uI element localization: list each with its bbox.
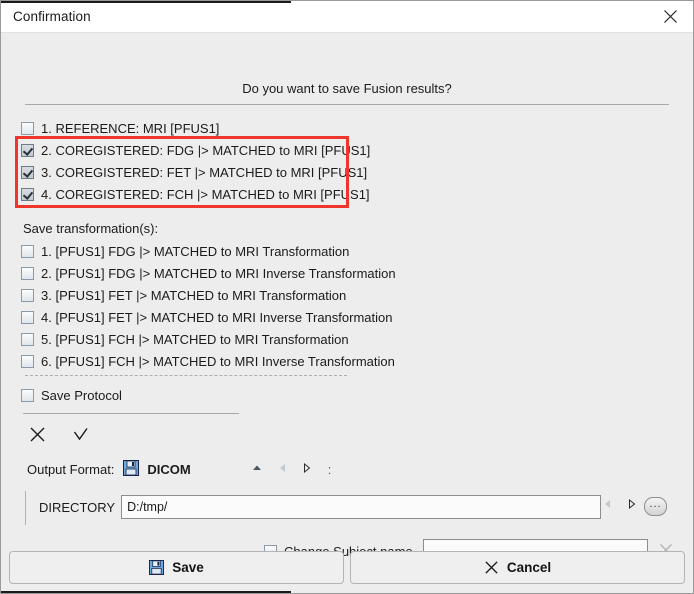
floppy-disk-icon <box>123 459 140 479</box>
x-icon <box>484 560 499 575</box>
dialog-question: Do you want to save Fusion results? <box>242 81 452 96</box>
transform-checkbox-row-2[interactable]: 2. [PFUS1] FDG |> MATCHED to MRI Inverse… <box>21 263 396 284</box>
dashed-divider <box>25 375 347 376</box>
series-checkbox-1[interactable] <box>21 122 34 135</box>
dialog-body: Do you want to save Fusion results? 1. R… <box>1 33 693 593</box>
triangle-up-icon[interactable] <box>251 462 263 477</box>
protocol-divider <box>23 413 239 414</box>
transform-label-4: 4. [PFUS1] FET |> MATCHED to MRI Inverse… <box>41 310 393 325</box>
transform-label-1: 1. [PFUS1] FDG |> MATCHED to MRI Transfo… <box>41 244 350 259</box>
series-label-2: 2. COREGISTERED: FDG |> MATCHED to MRI [… <box>41 143 371 158</box>
transform-checkbox-6[interactable] <box>21 355 34 368</box>
output-format-label: Output Format: <box>27 461 115 477</box>
transform-checkbox-3[interactable] <box>21 289 34 302</box>
dialog-footer: Save Cancel <box>1 547 693 593</box>
transform-checkbox-row-5[interactable]: 5. [PFUS1] FCH |> MATCHED to MRI Transfo… <box>21 329 349 350</box>
window-top-edge <box>1 1 291 3</box>
series-checkbox-row-2[interactable]: 2. COREGISTERED: FDG |> MATCHED to MRI [… <box>21 140 370 161</box>
directory-label: DIRECTORY <box>39 499 116 515</box>
output-format-colon: : <box>327 461 332 477</box>
selection-toolbar <box>29 425 89 447</box>
triangle-right-icon[interactable] <box>626 498 638 513</box>
transform-checkbox-4[interactable] <box>21 311 34 324</box>
directory-row: DIRECTORY <box>39 492 602 522</box>
save-protocol-row[interactable]: Save Protocol <box>21 385 122 406</box>
save-button[interactable]: Save <box>9 550 344 584</box>
series-label-3: 3. COREGISTERED: FET |> MATCHED to MRI [… <box>41 165 368 180</box>
window-title: Confirmation <box>13 9 91 24</box>
window-bottom-edge <box>1 591 291 593</box>
transform-checkbox-row-6[interactable]: 6. [PFUS1] FCH |> MATCHED to MRI Inverse… <box>21 351 395 372</box>
title-bar: Confirmation <box>1 1 693 33</box>
triangle-left-icon[interactable] <box>601 498 613 513</box>
floppy-disk-icon <box>149 559 165 575</box>
save-button-label: Save <box>172 559 204 575</box>
directory-input[interactable] <box>121 495 602 519</box>
close-window-button[interactable] <box>648 1 693 32</box>
transform-checkbox-5[interactable] <box>21 333 34 346</box>
series-checkbox-2[interactable] <box>21 144 34 157</box>
transform-label-3: 3. [PFUS1] FET |> MATCHED to MRI Transfo… <box>41 288 347 303</box>
x-icon[interactable] <box>29 426 46 446</box>
transform-checkbox-row-4[interactable]: 4. [PFUS1] FET |> MATCHED to MRI Inverse… <box>21 307 392 328</box>
top-divider <box>25 104 669 105</box>
series-checkbox-3[interactable] <box>21 166 34 179</box>
transform-checkbox-1[interactable] <box>21 245 34 258</box>
directory-nav <box>601 498 638 513</box>
series-label-1: 1. REFERENCE: MRI [PFUS1] <box>41 121 220 136</box>
transform-label-5: 5. [PFUS1] FCH |> MATCHED to MRI Transfo… <box>41 332 349 347</box>
triangle-left-icon[interactable] <box>276 462 288 477</box>
save-protocol-label: Save Protocol <box>41 388 122 403</box>
save-protocol-checkbox[interactable] <box>21 389 34 402</box>
close-icon <box>663 9 678 24</box>
series-checkbox-4[interactable] <box>21 188 34 201</box>
series-checkbox-row-4[interactable]: 4. COREGISTERED: FCH |> MATCHED to MRI [… <box>21 184 370 205</box>
browse-directory-button[interactable]: ... <box>644 497 667 516</box>
transform-label-6: 6. [PFUS1] FCH |> MATCHED to MRI Inverse… <box>41 354 395 369</box>
browse-ellipsis-label: ... <box>649 498 662 510</box>
transform-checkbox-2[interactable] <box>21 267 34 280</box>
confirmation-dialog: Confirmation Do you want to save Fusion … <box>0 0 694 594</box>
directory-left-rule <box>25 491 26 525</box>
check-icon[interactable] <box>72 426 89 446</box>
transform-label-2: 2. [PFUS1] FDG |> MATCHED to MRI Inverse… <box>41 266 396 281</box>
cancel-button[interactable]: Cancel <box>350 550 685 584</box>
save-transformations-label: Save transformation(s): <box>23 221 159 236</box>
series-checkbox-row-1[interactable]: 1. REFERENCE: MRI [PFUS1] <box>21 118 219 139</box>
output-format-nav: : <box>251 461 332 477</box>
series-checkbox-row-3[interactable]: 3. COREGISTERED: FET |> MATCHED to MRI [… <box>21 162 367 183</box>
transform-checkbox-row-3[interactable]: 3. [PFUS1] FET |> MATCHED to MRI Transfo… <box>21 285 346 306</box>
triangle-right-icon[interactable] <box>301 462 313 477</box>
cancel-button-label: Cancel <box>506 559 552 575</box>
transform-checkbox-row-1[interactable]: 1. [PFUS1] FDG |> MATCHED to MRI Transfo… <box>21 241 349 262</box>
series-label-4: 4. COREGISTERED: FCH |> MATCHED to MRI [… <box>41 187 370 202</box>
output-format-value[interactable]: DICOM <box>147 462 190 477</box>
output-format-row: Output Format: DICOM: <box>27 459 331 479</box>
